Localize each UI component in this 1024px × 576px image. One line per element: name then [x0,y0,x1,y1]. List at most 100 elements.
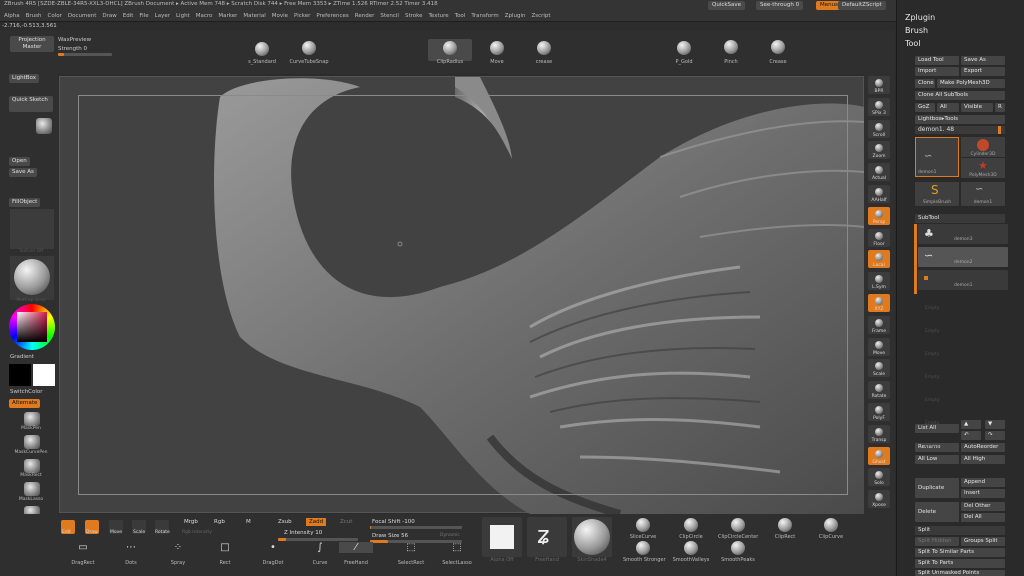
right-shelf-button[interactable]: L.Sym [868,272,890,291]
right-shelf-button[interactable]: Rotate [868,381,890,400]
rotate-left-arrow-icon[interactable]: ↶ [961,431,981,440]
crease2-brush-icon[interactable] [771,40,785,54]
smooth-brush-icon[interactable] [684,541,698,555]
menu-item[interactable]: Texture [429,13,449,19]
make-polymesh-button[interactable]: Make PolyMesh3D [937,79,1005,88]
alternate-button[interactable]: Alternate [9,399,41,408]
menu-item[interactable]: Stroke [405,13,423,19]
viewport-canvas[interactable] [59,76,866,518]
rotate-right-arrow-icon[interactable]: ↷ [985,431,1005,440]
split-hidden-button[interactable]: Split Hidden [915,537,959,546]
right-shelf-button[interactable]: AAHalf [868,185,890,203]
move-up-arrow-icon[interactable]: ▲ [961,420,981,429]
mask-curve-pen-icon[interactable] [24,435,40,449]
stroke-icon[interactable]: ⁄ [339,542,373,553]
save-as-button[interactable]: Save As [9,168,37,177]
goz-all-button[interactable]: All [937,103,959,112]
menu-item[interactable]: Stencil [380,13,399,19]
right-shelf-button[interactable]: Ghost [868,446,890,465]
lightbox-button[interactable]: LightBox [9,74,39,83]
see-through-slider[interactable]: See-through 0 [756,1,804,10]
load-tool-button[interactable]: Load Tool [915,56,959,65]
right-shelf-button[interactable]: Floor [868,228,890,247]
import-button[interactable]: Import [915,67,959,76]
right-shelf-button[interactable]: Local [868,250,890,269]
tool-thumb-demon1[interactable]: ∽ demon1 [915,137,959,177]
move-down-arrow-icon[interactable]: ▼ [985,420,1005,429]
save-as-tool-button[interactable]: Save As [961,56,1005,65]
tool-slider[interactable]: demon1. 48 [915,126,1005,134]
subtool-row[interactable]: ♣ demon3 [918,224,1008,244]
menu-item[interactable]: Transform [471,13,498,19]
rgb-button[interactable]: Rgb [214,519,225,525]
m-button[interactable]: M [246,519,251,525]
material-slot-bottom[interactable] [572,517,612,557]
menu-item[interactable]: Macro [196,13,213,19]
split-to-parts-button[interactable]: Split To Parts [915,559,1005,568]
tool-menu[interactable]: Tool [905,39,921,48]
stroke-icon[interactable]: ∫ [313,542,327,553]
dynamic-button[interactable]: Dynamic [440,533,460,538]
pinch-brush-icon[interactable] [724,40,738,54]
alpha-slot[interactable] [482,517,522,557]
menu-item[interactable]: Tool [455,13,466,19]
default-zscript-button[interactable]: DefaultZScript [838,1,886,10]
menu-item[interactable]: Render [355,13,375,19]
subtool-header[interactable]: SubTool [915,214,1005,223]
fill-object-button[interactable]: FillObject [9,198,41,207]
del-other-button[interactable]: Del Other [961,502,1005,511]
tool-thumb-demon1b[interactable]: ∽ demon1 [961,182,1005,206]
export-button[interactable]: Export [961,67,1005,76]
secondary-color-swatch[interactable] [9,364,31,386]
delete-button[interactable]: Delete [915,502,959,522]
menu-item[interactable]: Color [48,13,62,19]
pgold-brush-icon[interactable] [677,41,691,55]
material-sphere-icon[interactable] [36,118,52,134]
quick-sketch-button[interactable]: Quick Sketch [9,96,53,112]
right-shelf-button[interactable]: XYZ [868,294,890,312]
switch-color-button[interactable]: SwitchColor [10,389,43,395]
lightbox-tools-button[interactable]: Lightbox▸Tools [915,115,1005,124]
clone-button[interactable]: Clone [915,79,935,88]
stroke-icon[interactable]: ⋯ [124,542,138,553]
projection-master-button[interactable]: Projection Master [10,36,54,52]
menu-item[interactable]: Layer [155,13,170,19]
main-color-swatch[interactable] [33,364,55,386]
curvetube-brush-icon[interactable] [302,41,316,55]
split-similar-parts-button[interactable]: Split To Similar Parts [915,548,1005,557]
menu-item[interactable]: Alpha [4,13,20,19]
stroke-icon[interactable]: □ [218,542,232,553]
mask-lasso-icon[interactable] [24,482,40,496]
crease-brush-icon[interactable] [537,41,551,55]
clone-all-subtools-button[interactable]: Clone All SubTools [915,91,1005,100]
move-brush-icon[interactable] [490,41,504,55]
stroke-icon[interactable]: ▭ [76,542,90,553]
menu-item[interactable]: Edit [123,13,134,19]
stroke-icon[interactable]: ⬚ [404,542,418,553]
open-button[interactable]: Open [9,157,30,166]
smooth-brush-icon[interactable] [636,541,650,555]
right-shelf-button[interactable]: Actual [868,163,890,182]
quicksave-button[interactable]: QuickSave [708,1,746,10]
menu-item[interactable]: Zplugin [505,13,526,19]
clip-brush-icon[interactable] [778,518,792,532]
right-shelf-button[interactable]: Solo [868,468,890,487]
all-low-button[interactable]: All Low [915,455,959,464]
subtool-row[interactable]: demon1 [918,270,1008,290]
subtool-scrollbar[interactable] [914,224,917,294]
tool-thumb-cylinder[interactable]: Cylinder3D [961,137,1005,157]
duplicate-button[interactable]: Duplicate [915,478,959,498]
stroke-icon[interactable]: ⁘ [171,542,185,553]
right-shelf-button[interactable]: Scale [868,359,890,378]
r-button[interactable]: R [995,103,1005,112]
stroke-slot[interactable]: ʑ [527,517,567,557]
focal-shift-slider[interactable] [370,526,462,529]
wax-preview-button[interactable]: WaxPreview [58,37,91,43]
smooth-brush-icon[interactable] [731,541,745,555]
clip-brush-icon[interactable] [684,518,698,532]
menu-item[interactable]: Light [176,13,190,19]
mask-pen-icon[interactable] [24,412,40,426]
right-shelf-button[interactable]: Move [868,337,890,356]
standard-brush-icon[interactable] [255,42,269,56]
tool-thumb-polymesh[interactable]: ★ PolyMesh3D [961,158,1005,178]
